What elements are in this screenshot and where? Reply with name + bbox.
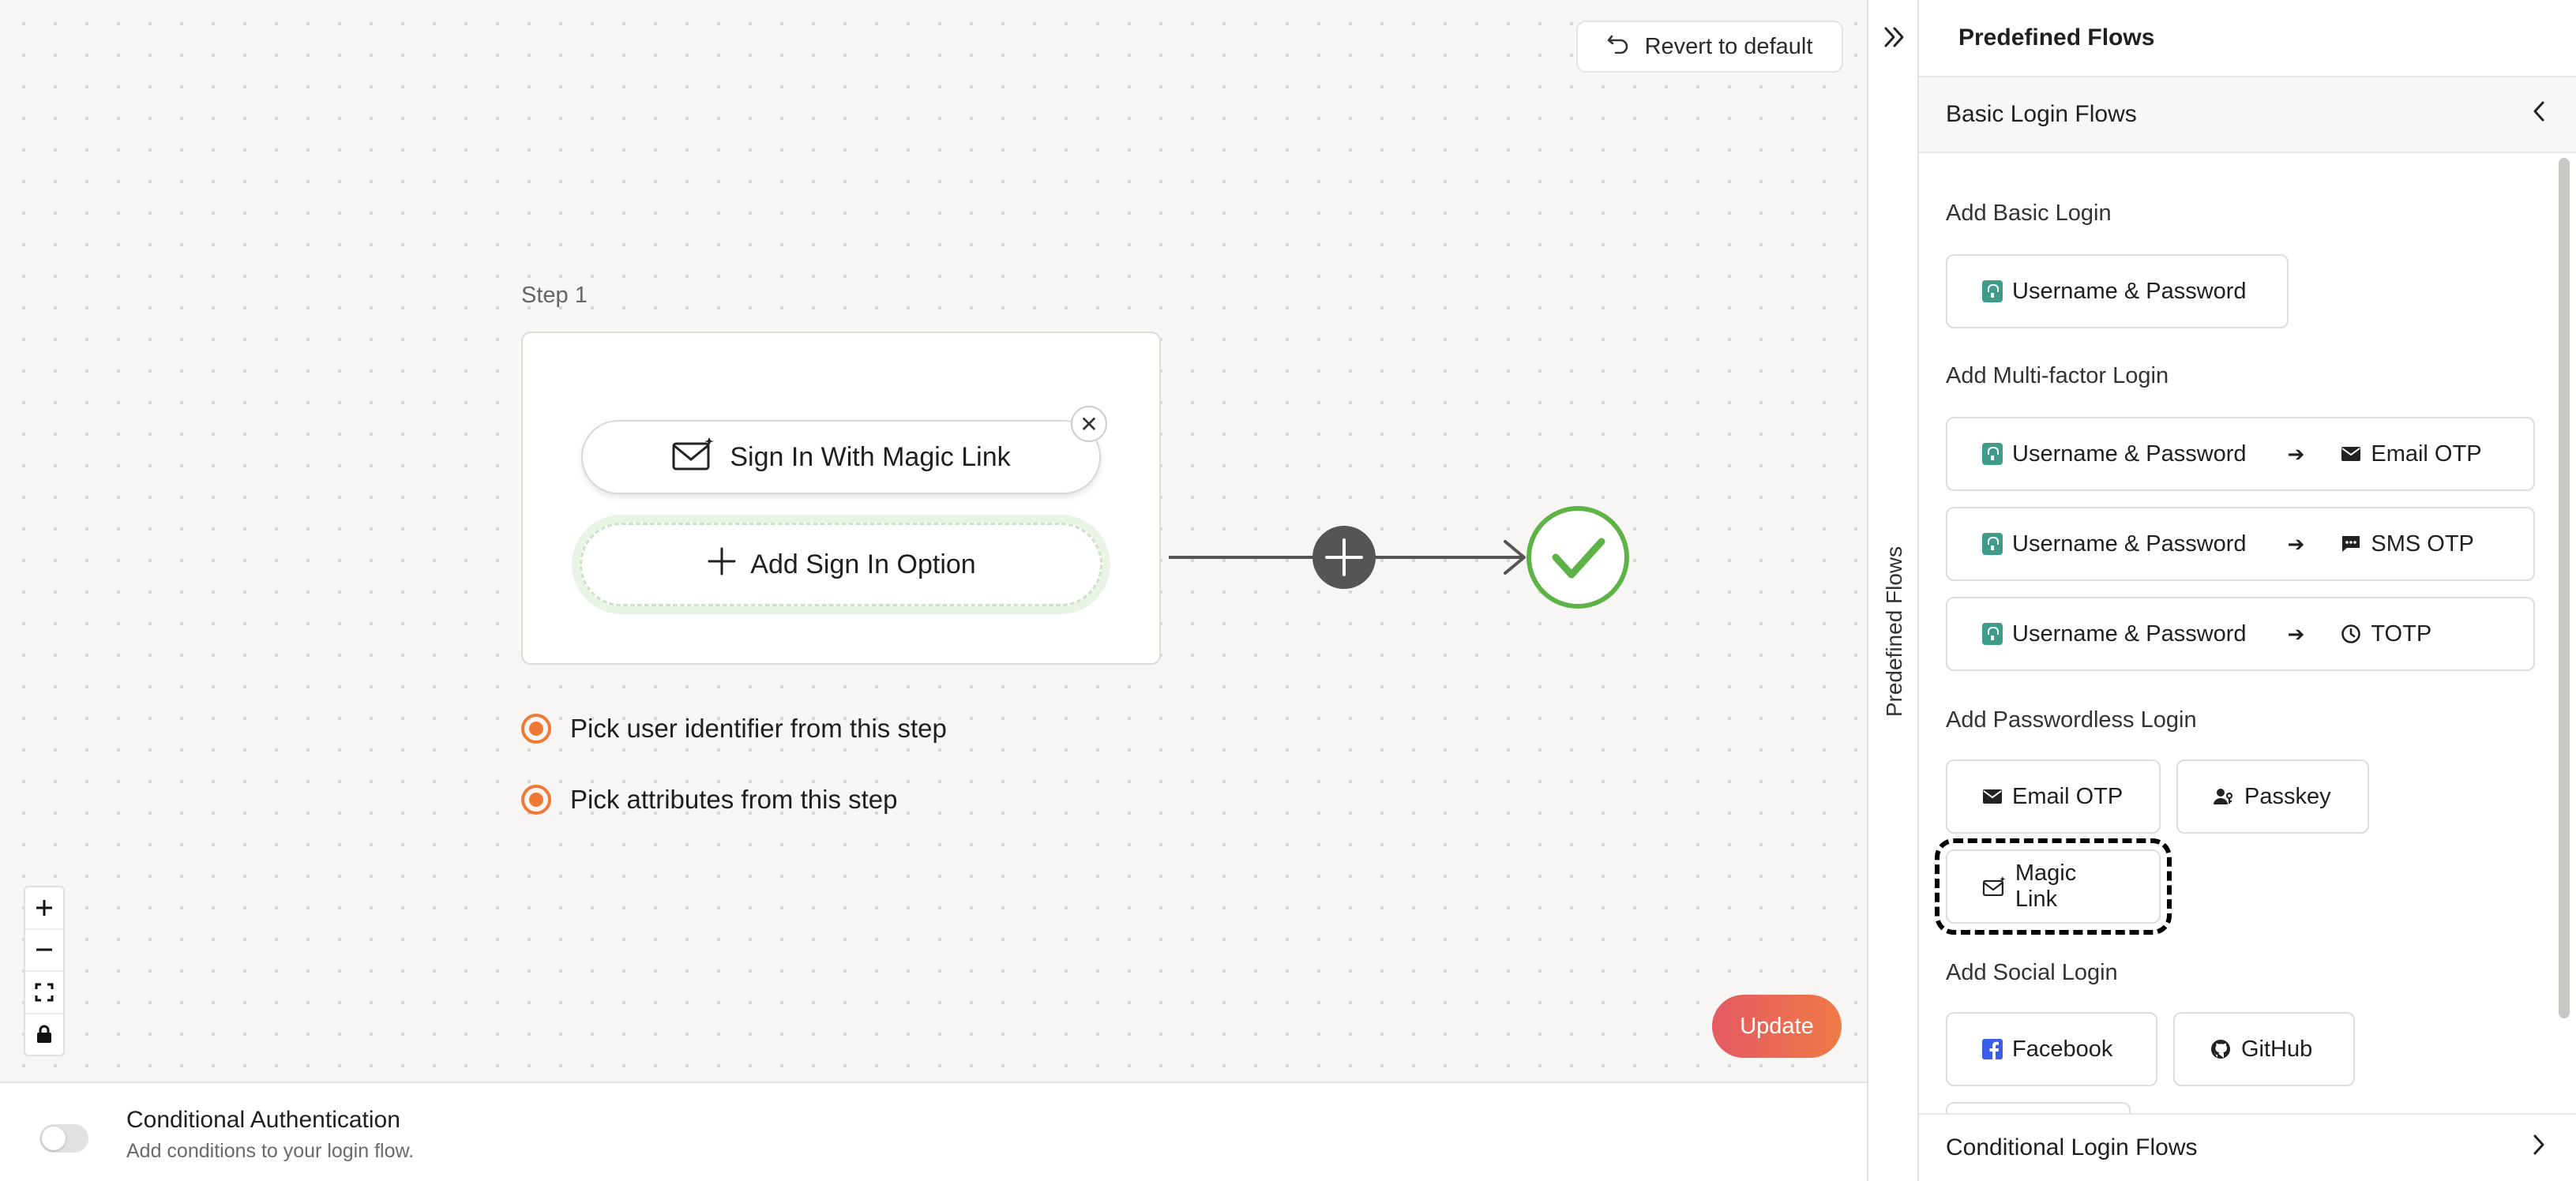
passkey-icon — [2214, 789, 2233, 804]
radio-label: Pick user identifier from this step — [570, 714, 947, 743]
chip-label: Email OTP — [2371, 441, 2482, 467]
conditional-auth-title: Conditional Authentication — [126, 1107, 400, 1133]
flow-connector — [1169, 506, 1629, 609]
radio-label: Pick attributes from this step — [570, 785, 898, 814]
chevron-left-icon — [2530, 99, 2548, 129]
lock-icon — [1982, 443, 2003, 465]
collapse-panel-button[interactable] — [1881, 24, 1908, 54]
chip-label: SMS OTP — [2371, 531, 2474, 557]
flow-email-otp[interactable]: Email OTP — [1946, 759, 2161, 834]
clock-icon — [2341, 624, 2361, 643]
predefined-flows-panel: Predefined Flows Basic Login Flows Add B… — [1919, 0, 2576, 1181]
step-card — [521, 332, 1161, 665]
facebook-icon — [1982, 1039, 2003, 1059]
zoom-controls — [24, 886, 65, 1056]
lock-icon — [1982, 533, 2003, 555]
panel-title: Predefined Flows — [1919, 0, 2576, 77]
group-title-mfa: Add Multi-factor Login — [1946, 363, 2169, 388]
panel-scrollbar[interactable] — [2559, 158, 2570, 1018]
panel-body: Add Basic Login Username & Password Add … — [1919, 153, 2576, 1113]
conditional-auth-toggle[interactable] — [39, 1124, 88, 1153]
close-icon: ✕ — [1080, 411, 1098, 437]
double-chevron-right-icon — [1884, 27, 1904, 47]
update-button[interactable]: Update — [1712, 995, 1842, 1058]
chip-label: Passkey — [2244, 783, 2331, 809]
add-step-button[interactable] — [1312, 526, 1376, 589]
message-icon — [2342, 536, 2360, 552]
lock-icon — [1982, 623, 2003, 645]
minus-icon — [36, 948, 52, 951]
chip-label: GitHub — [2241, 1036, 2313, 1062]
flow-mfa-sms-otp[interactable]: Username & Password ➔ SMS OTP — [1946, 507, 2535, 581]
chevron-right-icon — [2530, 1133, 2548, 1163]
sign-in-option-magic-link[interactable]: Sign In With Magic Link — [581, 420, 1101, 494]
revert-label: Revert to default — [1644, 33, 1813, 59]
chip-label: Magic Link — [2015, 860, 2077, 912]
add-sign-in-option-wrapper: Add Sign In Option — [572, 515, 1110, 614]
step-label: Step 1 — [521, 283, 588, 308]
zoom-out-button[interactable] — [25, 930, 63, 972]
side-rail: Predefined Flows — [1867, 0, 1919, 1181]
fit-view-button[interactable] — [25, 972, 63, 1014]
lock-icon — [37, 1025, 51, 1044]
conditional-login-flows-section[interactable]: Conditional Login Flows — [1919, 1113, 2576, 1181]
flow-passkey[interactable]: Passkey — [2176, 759, 2369, 834]
success-check-icon — [1526, 506, 1629, 609]
github-icon — [2211, 1040, 2230, 1059]
conditional-auth-subtitle: Add conditions to your login flow. — [126, 1140, 415, 1162]
flow-social-more[interactable] — [1946, 1102, 2131, 1113]
revert-to-default-button[interactable]: Revert to default — [1576, 21, 1843, 73]
flow-mfa-email-otp[interactable]: Username & Password ➔ Email OTP — [1946, 417, 2535, 491]
add-sign-in-option-button[interactable]: Add Sign In Option — [580, 523, 1102, 606]
basic-login-flows-section[interactable]: Basic Login Flows — [1919, 77, 2576, 153]
chip-label: Username & Password — [2012, 441, 2247, 467]
remove-option-button[interactable]: ✕ — [1071, 406, 1107, 442]
section-title: Basic Login Flows — [1946, 101, 2137, 127]
pick-attributes-option[interactable]: Pick attributes from this step — [521, 785, 897, 815]
fit-view-icon — [35, 983, 54, 1002]
radio-selected[interactable] — [521, 714, 551, 744]
group-title-social: Add Social Login — [1946, 960, 2118, 985]
mail-icon — [2341, 447, 2361, 461]
arrow-right-icon: ➔ — [2287, 531, 2305, 556]
magic-link-mail-icon — [1982, 876, 2006, 897]
plus-icon — [36, 899, 52, 916]
conditional-auth-bar: Conditional Authentication Add condition… — [0, 1082, 1867, 1181]
flow-github[interactable]: GitHub — [2173, 1012, 2355, 1086]
flow-facebook[interactable]: Facebook — [1946, 1012, 2157, 1086]
section-title: Conditional Login Flows — [1946, 1134, 2198, 1160]
flow-canvas[interactable]: Revert to default Step 1 Sign In With Ma… — [0, 0, 1867, 1082]
magic-link-mail-icon — [671, 436, 715, 479]
lock-canvas-button[interactable] — [25, 1014, 63, 1055]
chip-label: Facebook — [2012, 1036, 2113, 1062]
group-title-basic: Add Basic Login — [1946, 201, 2112, 226]
radio-selected[interactable] — [521, 785, 551, 815]
group-title-passwordless: Add Passwordless Login — [1946, 707, 2197, 733]
pick-user-identifier-option[interactable]: Pick user identifier from this step — [521, 714, 947, 744]
add-option-label: Add Sign In Option — [750, 549, 976, 579]
chip-label: Username & Password — [2012, 531, 2247, 557]
chip-label: Username & Password — [2012, 620, 2247, 647]
zoom-in-button[interactable] — [25, 887, 63, 930]
lock-icon — [1982, 280, 2003, 302]
chip-label: TOTP — [2371, 620, 2432, 647]
arrow-right-icon: ➔ — [2287, 621, 2305, 646]
mail-icon — [1983, 789, 2002, 804]
chip-label: Username & Password — [2012, 278, 2247, 304]
arrow-right-icon: ➔ — [2287, 441, 2305, 466]
sign-in-option-label: Sign In With Magic Link — [730, 441, 1011, 472]
chip-label: Email OTP — [2012, 783, 2124, 809]
flow-mfa-totp[interactable]: Username & Password ➔ TOTP — [1946, 597, 2535, 671]
plus-icon — [706, 546, 738, 584]
flow-magic-link[interactable]: Magic Link — [1935, 838, 2172, 935]
rail-label: Predefined Flows — [1882, 546, 1906, 718]
flow-username-password[interactable]: Username & Password — [1946, 254, 2289, 328]
undo-icon — [1607, 33, 1631, 60]
